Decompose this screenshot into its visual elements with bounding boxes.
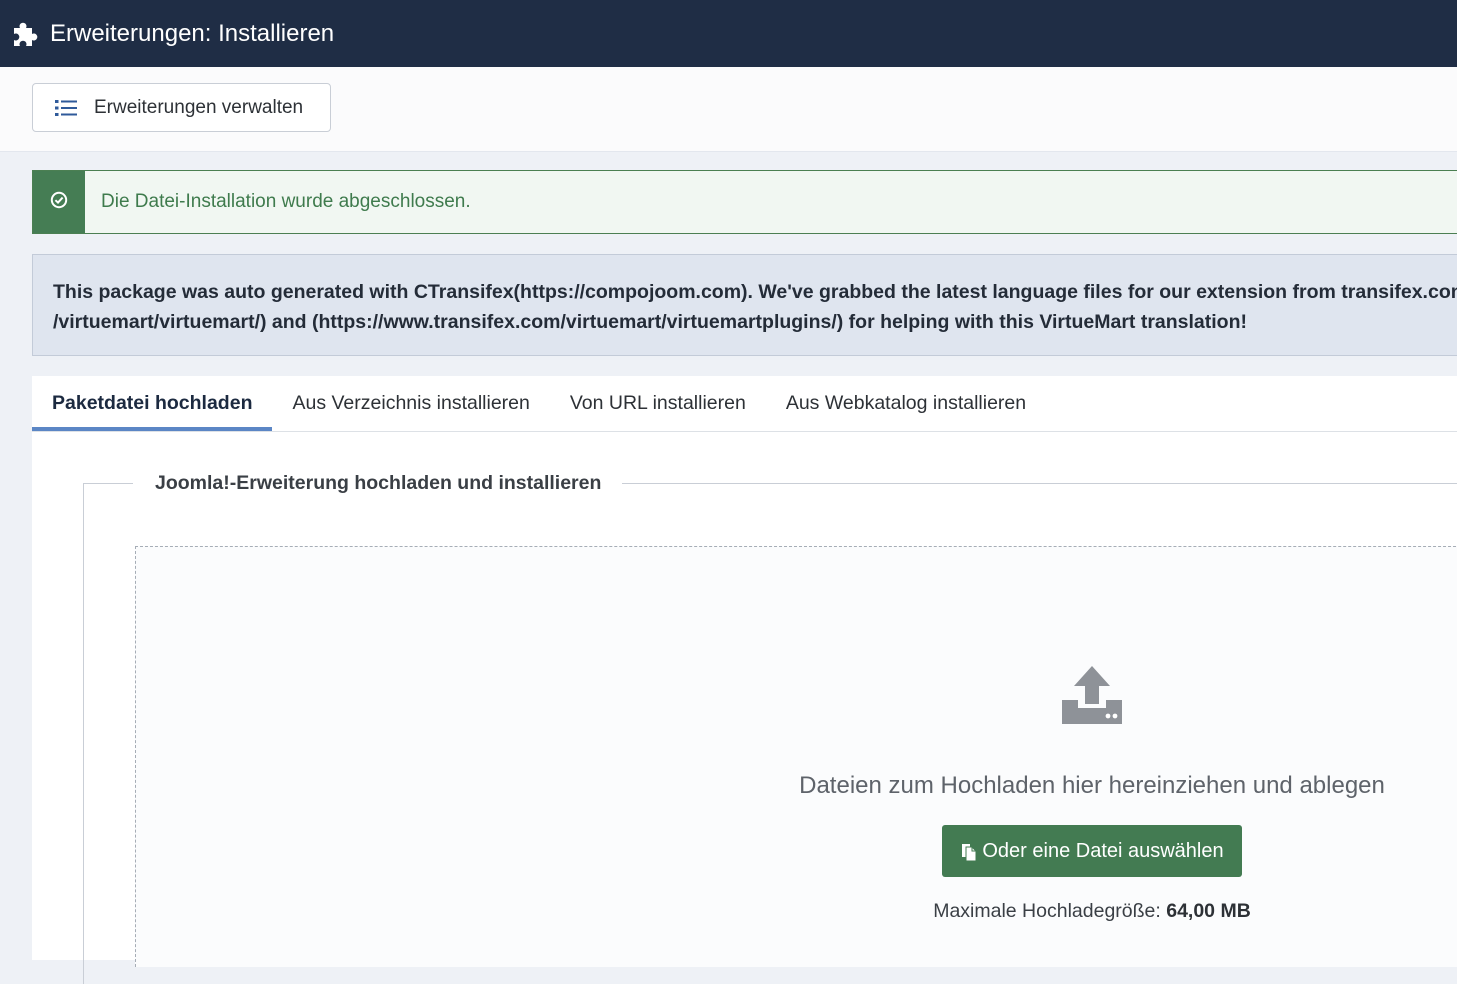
choose-file-label: Oder eine Datei auswählen [982,839,1224,862]
drop-instructions: Dateien zum Hochladen hier hereinziehen … [799,772,1385,799]
tab-install-from-folder[interactable]: Aus Verzeichnis installieren [272,376,549,431]
tab-label: Von URL installieren [569,392,746,414]
tab-install-from-url[interactable]: Von URL installieren [550,376,766,431]
tab-label: Aus Verzeichnis installieren [292,392,530,414]
info-line-2: /virtuemart/virtuemart/) and (https://ww… [53,311,1248,333]
manage-extensions-label: Erweiterungen verwalten [94,96,304,118]
copy-icon [960,841,978,862]
install-tabs: Paketdatei hochladen Aus Verzeichnis ins… [32,376,1457,432]
max-upload-size: Maximale Hochladegröße: 64,00 MB [777,900,1407,923]
max-size-label: Maximale Hochladegröße: [933,900,1161,922]
toolbar: Erweiterungen verwalten [0,67,1457,152]
info-alert: This package was auto generated with CTr… [32,254,1457,356]
top-header: Erweiterungen: Installieren [0,0,1457,67]
check-circle-icon [50,191,68,214]
max-size-value: 64,00 MB [1166,900,1251,922]
tab-label: Paketdatei hochladen [52,392,253,414]
tab-install-from-web[interactable]: Aus Webkatalog installieren [766,376,1046,431]
tab-upload-package[interactable]: Paketdatei hochladen [32,376,273,431]
page-title: Erweiterungen: Installieren [50,19,335,47]
success-message: Die Datei-Installation wurde abgeschloss… [101,191,471,212]
puzzle-icon [11,19,40,48]
install-panel: Paketdatei hochladen Aus Verzeichnis ins… [32,376,1457,984]
upload-legend: Joomla!-Erweiterung hochladen und instal… [133,472,623,495]
choose-file-button[interactable]: Oder eine Datei auswählen [942,825,1242,877]
manage-extensions-button[interactable]: Erweiterungen verwalten [32,83,331,132]
info-line-1: This package was auto generated with CTr… [53,281,1457,303]
upload-icon [1060,664,1124,728]
list-icon [55,99,77,117]
tab-label: Aus Webkatalog installieren [785,392,1027,414]
alert-badge [33,171,85,233]
success-alert: Die Datei-Installation wurde abgeschloss… [32,170,1457,234]
